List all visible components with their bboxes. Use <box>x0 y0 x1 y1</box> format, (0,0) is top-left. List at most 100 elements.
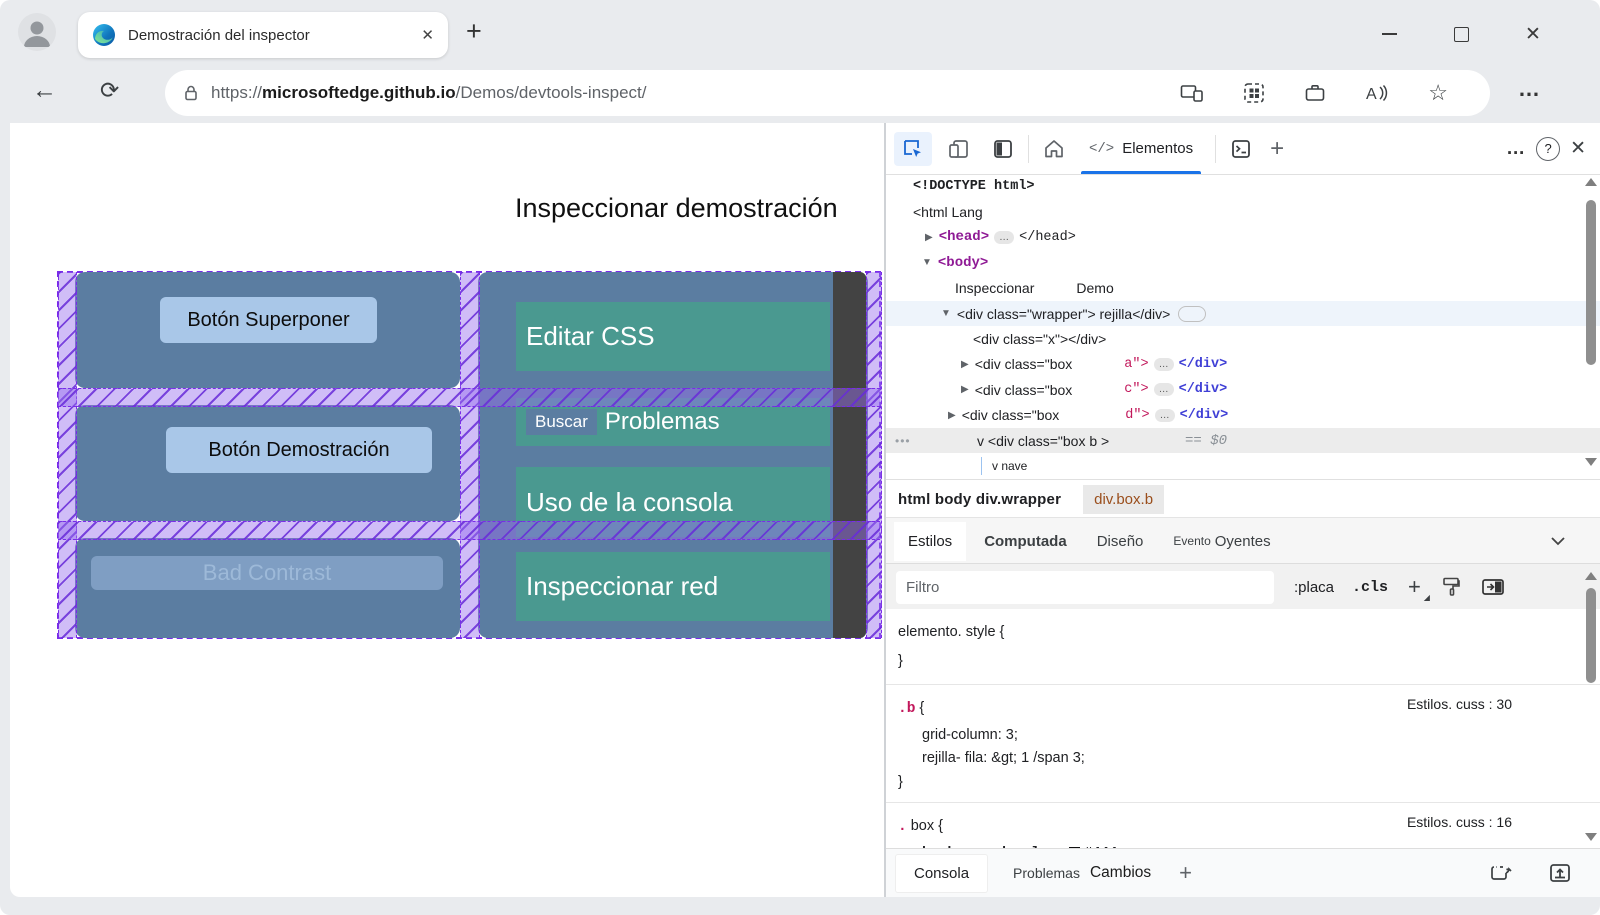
new-style-rule-button[interactable]: +◢ <box>1408 574 1421 600</box>
devtools-close-button[interactable]: ✕ <box>1570 137 1586 160</box>
browser-tab[interactable]: Demostración del inspector ✕ <box>78 12 448 58</box>
collapse-arrow-icon[interactable]: ▼ <box>922 257 932 268</box>
device-emulation-button[interactable] <box>940 132 978 166</box>
tab-close-icon[interactable]: ✕ <box>421 26 434 44</box>
devtools-menu-button[interactable]: … <box>1506 138 1526 160</box>
dom-row-doctype[interactable]: <!DOCTYPE html> <box>886 174 1600 199</box>
b-selector: .b <box>898 701 915 717</box>
scroll-up-icon[interactable] <box>1585 572 1597 580</box>
expand-arrow-icon[interactable]: ▶ <box>925 232 933 243</box>
scrollbar-thumb[interactable] <box>1586 200 1596 365</box>
find-issues-link[interactable]: Buscar Problemas <box>516 398 830 446</box>
rule-b[interactable]: .b { Estilos. cuss : 30 grid-column: 3; … <box>886 685 1600 803</box>
tab-console[interactable]: Consola <box>896 855 987 892</box>
minimize-button[interactable] <box>1374 20 1404 48</box>
address-bar[interactable]: https://microsoftedge.github.io/Demos/de… <box>165 70 1490 116</box>
grid-overlay-column-middle <box>460 272 480 638</box>
more-actions-icon[interactable]: ••• <box>895 434 911 448</box>
console-drawer-button[interactable] <box>1222 132 1260 166</box>
dom-row-box-d[interactable]: ▶ <div class="box d"> … </div> <box>886 403 1600 428</box>
box-open-text: <div class="box <box>962 407 1060 423</box>
favorites-star-icon[interactable]: ☆ <box>1428 82 1448 104</box>
collapsed-content-pill[interactable]: … <box>1155 409 1175 422</box>
class-toggle[interactable]: .cls <box>1352 579 1388 596</box>
dom-row-head[interactable]: ▶ <head> … </head> <box>886 225 1600 250</box>
tab-issues[interactable]: Problemas <box>1013 865 1080 881</box>
devices-icon[interactable] <box>1180 83 1204 103</box>
breadcrumb-current[interactable]: div.box.b <box>1083 485 1164 514</box>
expand-arrow-icon[interactable]: ▶ <box>961 384 969 395</box>
dom-row-wrapper[interactable]: ▼ <div class="wrapper"> rejilla</div> <box>886 301 1600 326</box>
dock-bottom-icon[interactable] <box>1548 862 1572 884</box>
demo-button[interactable]: Botón Demostración <box>166 427 432 473</box>
tab-elements[interactable]: </> Elementos <box>1073 123 1209 174</box>
tab-changes[interactable]: Cambios <box>1090 864 1151 882</box>
pseudo-state-toggle[interactable]: :placa <box>1294 579 1334 596</box>
dom-row-box-a[interactable]: ▶ <div class="box a"> … </div> <box>886 352 1600 377</box>
body-text-1: Inspeccionar <box>955 280 1034 296</box>
profile-avatar[interactable] <box>18 13 56 51</box>
stylesheet-link[interactable]: Estilos. cuss : 30 <box>1407 696 1512 712</box>
scrollbar-thumb[interactable] <box>1586 588 1596 683</box>
dom-row-nave[interactable]: v nave <box>886 453 1600 478</box>
window-close-button[interactable]: ✕ <box>1518 20 1548 48</box>
add-drawer-tab-button[interactable]: + <box>1179 860 1192 886</box>
devtools-toolbar-right: … ? ✕ <box>1506 137 1600 161</box>
collapse-arrow-icon[interactable]: ▼ <box>941 308 951 319</box>
expand-arrow-icon[interactable]: ▶ <box>948 410 956 421</box>
collapsed-content-pill[interactable]: … <box>994 231 1014 244</box>
tab-computed[interactable]: Computada <box>984 533 1067 550</box>
rule-box[interactable]: . box { Estilos. cuss : 16 background-co… <box>886 803 1600 849</box>
new-tab-button[interactable]: + <box>466 16 482 47</box>
inspect-network-link[interactable]: Inspeccionar red <box>516 552 830 621</box>
read-aloud-icon[interactable]: A <box>1365 83 1389 103</box>
tab-layout[interactable]: Diseño <box>1097 533 1144 550</box>
rule-inline-style[interactable]: elemento. style { } <box>886 609 1600 685</box>
property-grid-row[interactable]: rejilla- fila: &gt; 1 /span 3; <box>898 747 1588 770</box>
maximize-button[interactable] <box>1446 20 1476 48</box>
property-grid-column[interactable]: grid-column: 3; <box>898 724 1588 747</box>
dock-side-button[interactable] <box>984 132 1022 166</box>
dom-scrollbar[interactable] <box>1585 178 1597 473</box>
grid-badge[interactable] <box>1178 306 1206 322</box>
dom-row-box-b-selected[interactable]: ••• v <div class="box b > == $0 <box>886 428 1600 453</box>
add-tab-button[interactable]: + <box>1270 135 1284 163</box>
styles-scrollbar[interactable] <box>1585 572 1597 849</box>
stylesheet-link[interactable]: Estilos. cuss : 16 <box>1407 814 1512 830</box>
dom-row-body[interactable]: ▼ <body> <box>886 250 1600 275</box>
collections-icon[interactable] <box>1243 82 1265 104</box>
computed-sidebar-button[interactable] <box>1481 577 1505 597</box>
collapsed-content-pill[interactable]: … <box>1154 358 1174 371</box>
reload-button[interactable]: ⟳ <box>100 79 119 102</box>
scroll-up-icon[interactable] <box>1585 178 1597 186</box>
inspect-element-button[interactable] <box>894 132 932 166</box>
tab-event-small[interactable]: Evento <box>1173 534 1210 548</box>
box-d-attr: d"> <box>1125 408 1149 423</box>
home-button[interactable] <box>1035 132 1073 166</box>
overlay-button[interactable]: Botón Superponer <box>160 297 377 343</box>
breadcrumb-path[interactable]: html body div.wrapper <box>898 491 1061 508</box>
edit-css-link[interactable]: Editar CSS <box>516 302 830 371</box>
scroll-down-icon[interactable] <box>1585 458 1597 466</box>
dom-row-box-c[interactable]: ▶ <div class="box c"> … </div> <box>886 377 1600 402</box>
rendering-button[interactable] <box>1441 576 1461 598</box>
expand-arrow-icon[interactable]: ▶ <box>961 359 969 370</box>
toolbar-separator <box>1028 135 1029 163</box>
dom-row-body-text[interactable]: Inspeccionar Demo <box>886 276 1600 301</box>
dom-row-x[interactable]: <div class="x"></div> <box>886 326 1600 351</box>
back-button[interactable]: ← <box>32 78 57 103</box>
browser-menu-button[interactable]: … <box>1518 76 1541 102</box>
console-usage-link[interactable]: Uso de la consola <box>516 467 830 537</box>
collapsed-content-pill[interactable]: … <box>1154 383 1174 396</box>
workspaces-icon[interactable] <box>1304 83 1326 103</box>
tab-styles[interactable]: Estilos <box>894 522 966 561</box>
filter-input[interactable] <box>896 571 1274 604</box>
scroll-down-icon[interactable] <box>1585 833 1597 841</box>
bad-contrast-button[interactable]: Bad Contrast <box>91 556 443 590</box>
help-button[interactable]: ? <box>1536 137 1560 161</box>
tab-listeners[interactable]: Oyentes <box>1215 533 1271 550</box>
inspect-icon <box>901 137 925 161</box>
clear-activity-icon[interactable] <box>1488 862 1512 884</box>
dom-row-html[interactable]: <html Lang <box>886 199 1600 224</box>
chevron-down-icon[interactable] <box>1550 536 1566 546</box>
